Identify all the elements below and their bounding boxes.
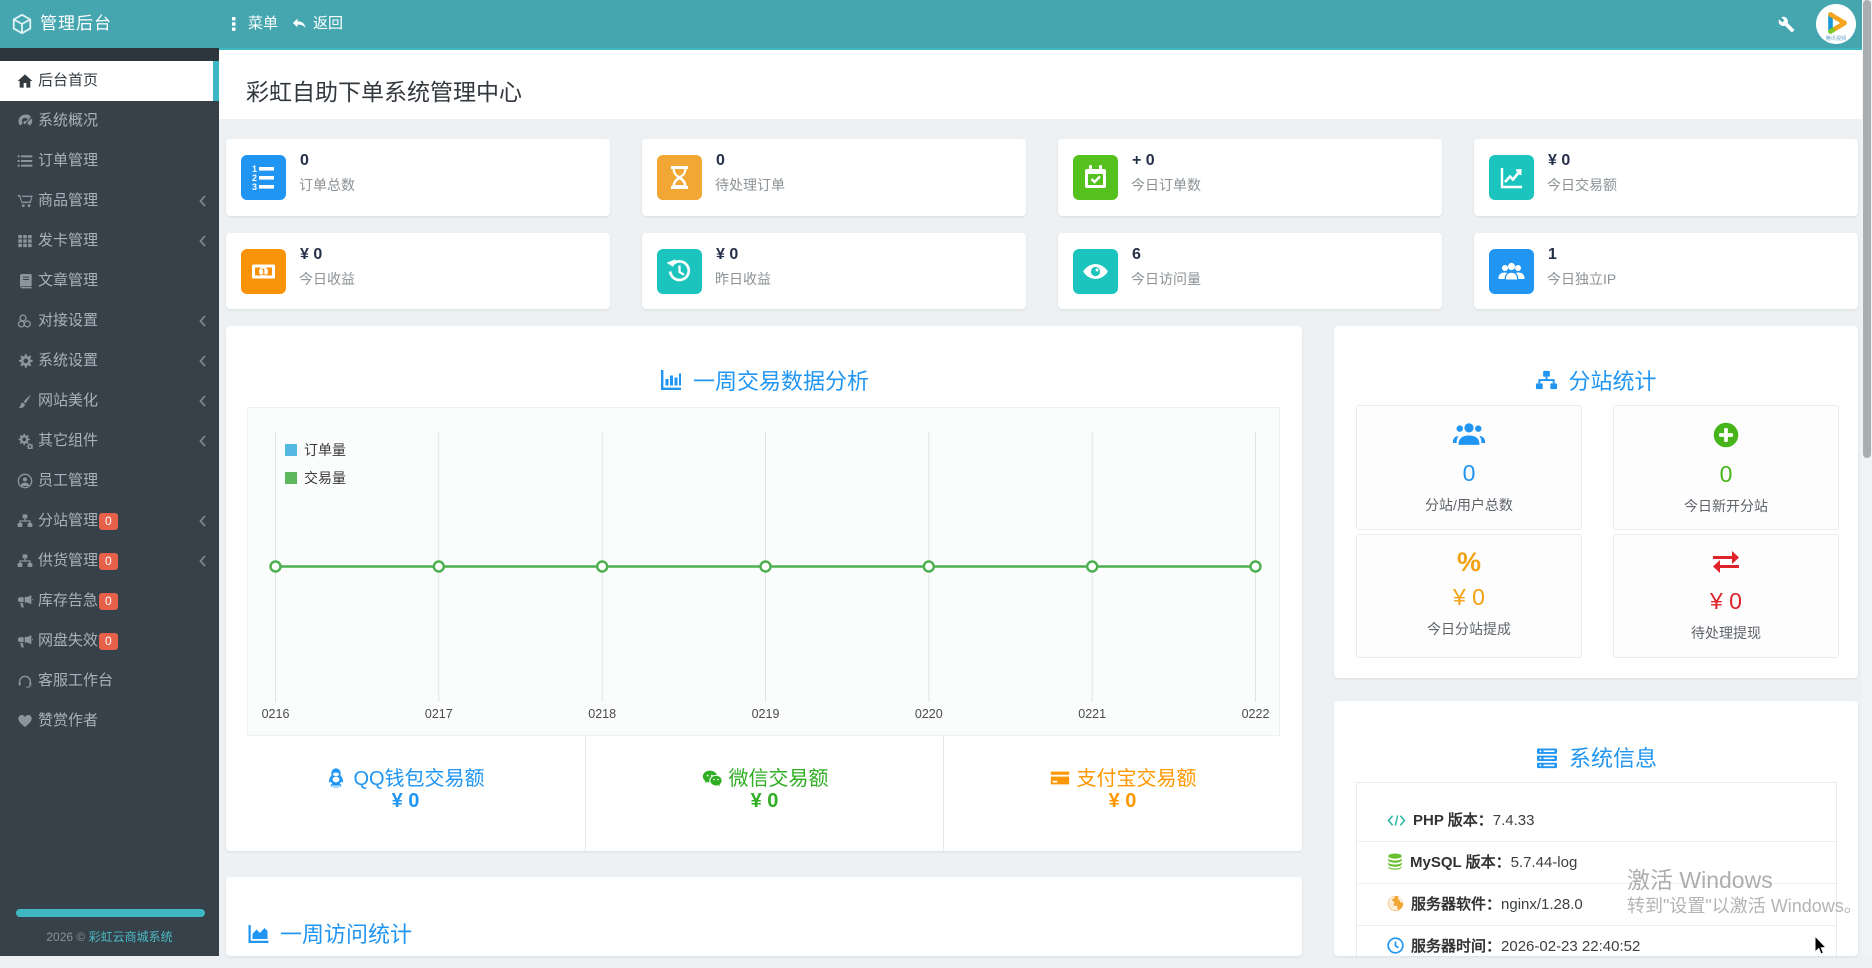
svg-text:交易量: 交易量 — [304, 470, 346, 486]
svg-text:0217: 0217 — [425, 707, 453, 721]
svg-text:0221: 0221 — [1078, 707, 1106, 721]
svg-text:0218: 0218 — [588, 707, 616, 721]
svg-text:0216: 0216 — [262, 707, 290, 721]
svg-text:腾讯视频: 腾讯视频 — [1826, 34, 1848, 42]
svg-text:0219: 0219 — [752, 707, 780, 721]
svg-text:1: 1 — [261, 267, 266, 277]
svg-text:3: 3 — [252, 182, 257, 192]
svg-text:0220: 0220 — [915, 707, 943, 721]
svg-text:订单量: 订单量 — [304, 442, 346, 458]
svg-text:0222: 0222 — [1242, 707, 1270, 721]
